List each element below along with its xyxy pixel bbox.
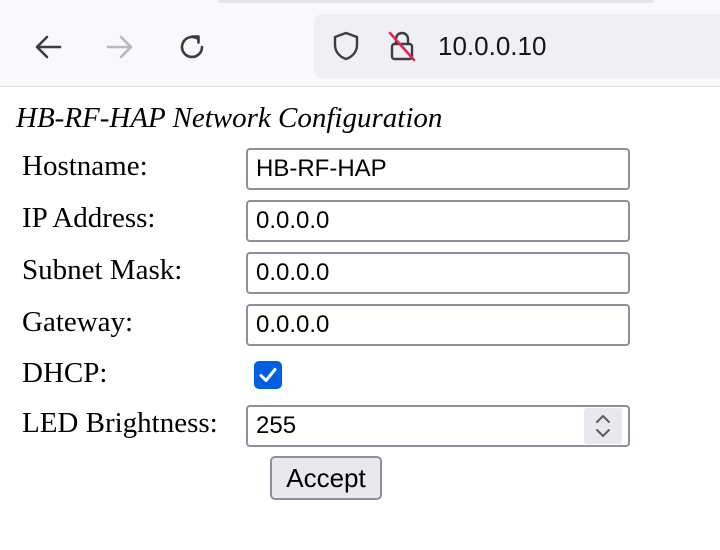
- up-down-chevron-icon: [596, 415, 610, 437]
- hostname-label: Hostname:: [22, 150, 148, 182]
- url-text[interactable]: 10.0.0.10: [438, 28, 546, 64]
- url-bar[interactable]: 10.0.0.10: [314, 14, 720, 78]
- insecure-lock-icon[interactable]: [386, 30, 418, 62]
- dhcp-checkbox[interactable]: [254, 361, 282, 389]
- dhcp-label: DHCP:: [22, 357, 108, 389]
- reload-icon: [180, 35, 204, 59]
- shield-icon[interactable]: [330, 30, 362, 62]
- reload-button[interactable]: [171, 26, 213, 68]
- accept-button[interactable]: Accept: [270, 456, 382, 500]
- ip-address-label: IP Address:: [22, 202, 156, 234]
- back-button[interactable]: [27, 26, 69, 68]
- arrow-left-icon: [35, 35, 62, 59]
- tab-strip-edge: [218, 0, 654, 3]
- gateway-label: Gateway:: [22, 306, 134, 338]
- subnet-mask-input[interactable]: [246, 252, 630, 294]
- led-brightness-stepper[interactable]: [584, 408, 622, 444]
- arrow-right-icon: [106, 35, 133, 59]
- checkmark-icon: [259, 368, 277, 382]
- led-brightness-input[interactable]: [246, 405, 630, 447]
- led-brightness-label: LED Brightness:: [22, 407, 218, 439]
- browser-toolbar: 10.0.0.10: [0, 0, 720, 87]
- page-title: HB-RF-HAP Network Configuration: [16, 102, 443, 134]
- subnet-mask-label: Subnet Mask:: [22, 254, 183, 286]
- ip-address-input[interactable]: [246, 200, 630, 242]
- hostname-input[interactable]: [246, 148, 630, 190]
- forward-button[interactable]: [99, 26, 141, 68]
- gateway-input[interactable]: [246, 304, 630, 346]
